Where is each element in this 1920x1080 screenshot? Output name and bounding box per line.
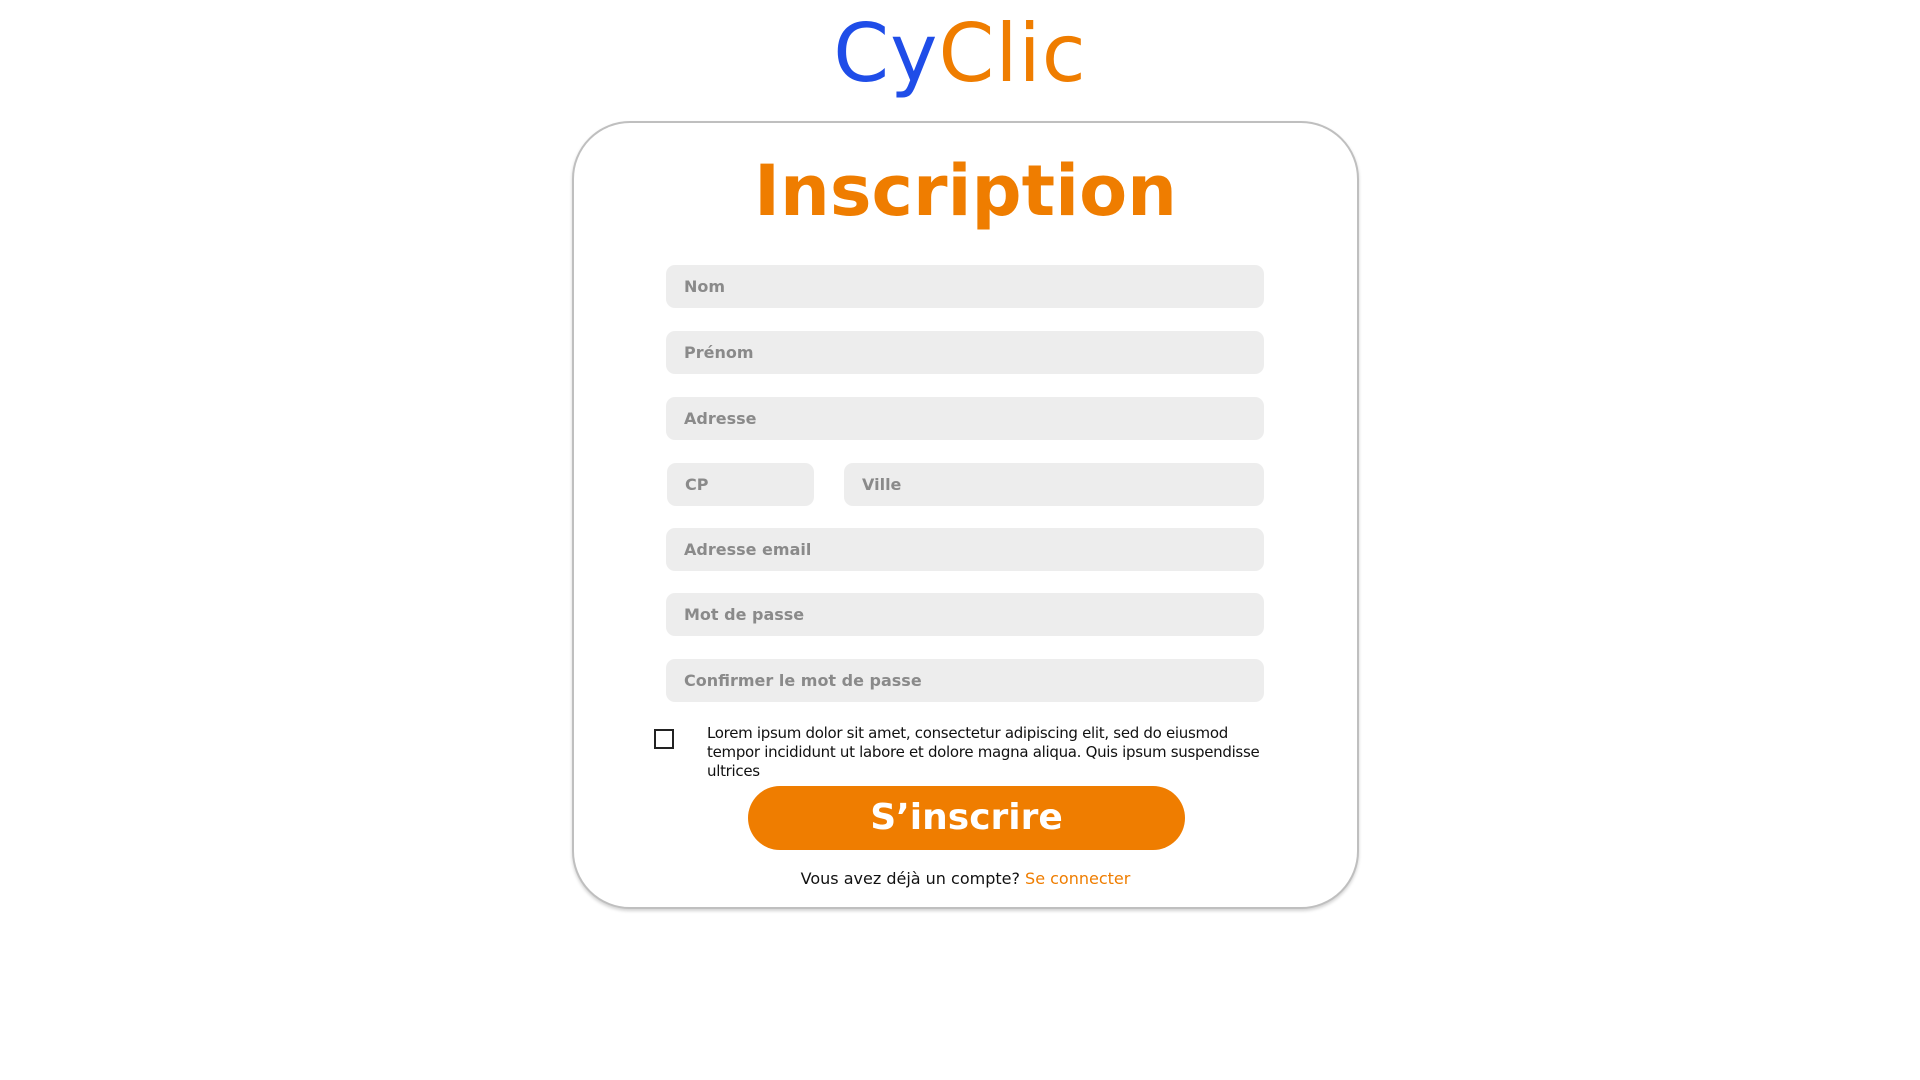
cyclic-logo: CyClic (0, 8, 1920, 100)
terms-text: Lorem ipsum dolor sit amet, consectetur … (707, 724, 1260, 780)
signup-button[interactable]: S’inscrire (748, 786, 1185, 850)
password-confirm-input[interactable] (666, 659, 1264, 702)
terms-checkbox[interactable] (654, 729, 674, 749)
login-link[interactable]: Se connecter (1025, 869, 1130, 888)
cp-input[interactable] (667, 463, 814, 506)
signup-page: CyClic Inscription Lorem ipsum dolor sit… (0, 0, 1920, 1080)
logo-text-clic: Clic (938, 7, 1087, 100)
login-prompt-text: Vous avez déjà un compte? (800, 869, 1020, 888)
ville-input[interactable] (844, 463, 1264, 506)
adresse-input[interactable] (666, 397, 1264, 440)
login-prompt-line: Vous avez déjà un compte? Se connecter (574, 868, 1357, 890)
nom-input[interactable] (666, 265, 1264, 308)
password-input[interactable] (666, 593, 1264, 636)
page-title: Inscription (753, 150, 1178, 232)
logo-text-cy: Cy (833, 7, 939, 100)
email-input[interactable] (666, 528, 1264, 571)
signup-card: Inscription Lorem ipsum dolor sit amet, … (572, 121, 1359, 909)
prenom-input[interactable] (666, 331, 1264, 374)
